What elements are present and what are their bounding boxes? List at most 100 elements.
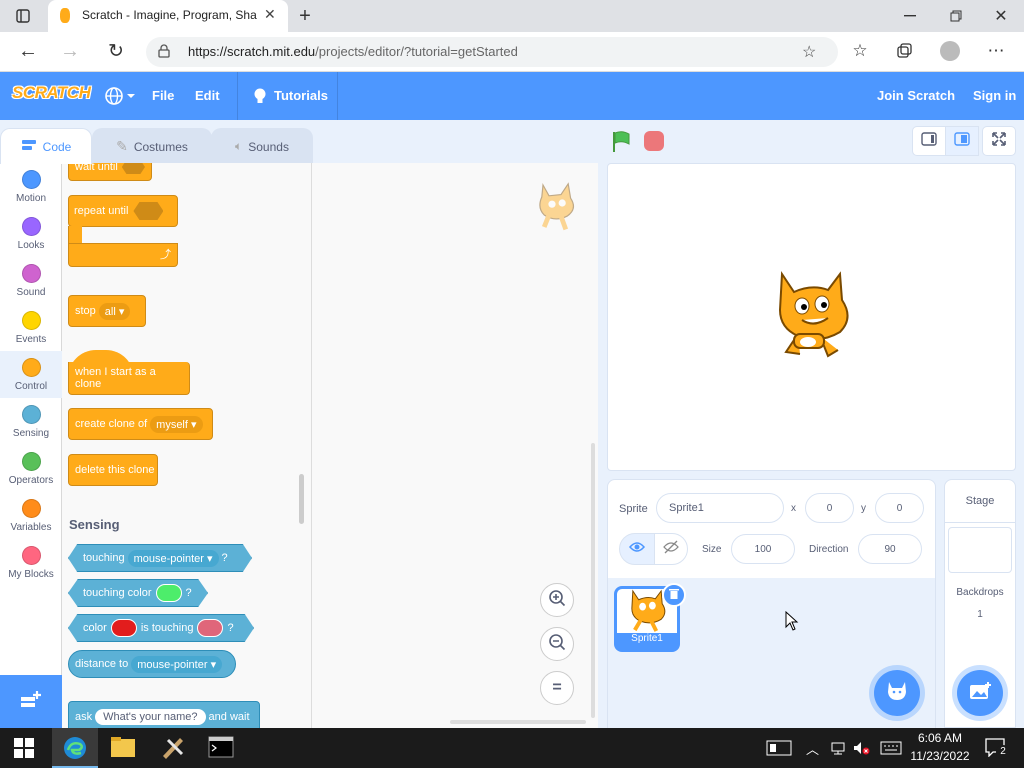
block-repeat-until[interactable]: repeat until ⤴ [68,195,178,269]
distance-dropdown[interactable]: mouse-pointer ▾ [131,655,223,673]
color-swatch-pink[interactable] [197,619,224,637]
category-label: Sensing [12,428,50,439]
window-close-icon[interactable]: ✕ [989,6,1013,26]
join-scratch-link[interactable]: Join Scratch [877,88,955,103]
tray-chevron-up-icon[interactable]: ︿ [806,739,819,758]
refresh-icon[interactable]: ↻ [104,40,128,62]
file-explorer-icon[interactable] [110,736,136,758]
windows-start-icon[interactable] [14,738,34,758]
forward-icon[interactable]: → [58,40,82,62]
block-touching[interactable]: touching mouse-pointer ▾? [68,544,252,572]
block-delete-clone[interactable]: delete this clone [68,454,158,486]
large-stage-button[interactable] [945,126,979,156]
size-input[interactable]: 100 [731,534,795,564]
tab-actions-icon[interactable] [12,6,34,26]
tutorials-menu[interactable]: Tutorials [274,88,328,103]
category-control[interactable]: Control [0,351,62,398]
choose-sprite-button[interactable] [874,670,920,716]
add-extension-button[interactable] [0,675,62,728]
category-label: My Blocks [8,569,54,580]
x-input[interactable]: 0 [805,493,854,523]
sign-in-link[interactable]: Sign in [973,88,1016,103]
category-motion[interactable]: Motion [0,163,62,210]
keyboard-layout-icon[interactable] [766,739,792,757]
variables-dot [21,499,41,518]
profile-avatar[interactable] [940,41,960,61]
workspace-vertical-scrollbar[interactable] [591,443,595,718]
edge-browser-icon [63,736,87,765]
clone-target-dropdown[interactable]: myself ▾ [150,415,203,433]
block-touching-color[interactable]: touching color? [68,579,208,607]
volume-muted-icon[interactable] [852,740,870,756]
favorites-icon[interactable]: ☆ [848,40,872,62]
palette-scrollbar[interactable] [299,474,304,524]
back-icon[interactable]: ← [16,40,40,62]
category-variables[interactable]: Variables [0,492,62,539]
block-wait-until[interactable]: wait until [68,163,152,181]
scratch-logo[interactable]: SCRATCH [12,83,91,107]
fullscreen-button[interactable] [982,126,1016,156]
ask-question-input[interactable]: What's your name? [95,709,206,725]
url-path: /projects/editor/?tutorial=getStarted [315,44,518,59]
file-menu[interactable]: File [152,88,174,103]
color-swatch-green[interactable] [155,584,182,602]
small-stage-button[interactable] [912,126,946,156]
block-distance-to[interactable]: distance to mouse-pointer ▾ [68,650,236,678]
tab-sounds[interactable]: 🔈︎ Sounds [211,128,313,164]
restore-icon[interactable] [944,6,968,26]
browser-tab[interactable]: Scratch - Imagine, Program, Sha ✕ [48,0,288,32]
show-sprite-button[interactable] [619,533,655,565]
block-stop[interactable]: stop all ▾ [68,295,146,327]
more-options-icon[interactable]: ⋯ [984,40,1008,62]
choose-backdrop-button[interactable] [957,670,1003,716]
clock-time[interactable]: 6:06 AM [910,731,970,745]
category-operators[interactable]: Operators [0,445,62,492]
workspace-horizontal-scrollbar[interactable] [450,720,586,724]
zoom-reset-button[interactable]: = [540,671,574,705]
block-color-touching[interactable]: color is touching? [68,614,254,642]
language-globe-icon[interactable] [104,86,138,106]
touching-dropdown[interactable]: mouse-pointer ▾ [127,549,219,567]
category-events[interactable]: Events [0,304,62,351]
sprite-cat-icon[interactable] [768,270,854,360]
category-my-blocks[interactable]: My Blocks [0,539,62,586]
minimize-icon[interactable] [898,6,922,26]
tab-close-icon[interactable]: ✕ [264,6,276,23]
delete-sprite-button[interactable] [662,583,686,607]
terminal-icon[interactable] [208,736,234,758]
y-input[interactable]: 0 [875,493,924,523]
tab-code[interactable]: Code [0,128,92,164]
stop-dropdown[interactable]: all ▾ [98,302,131,320]
new-tab-icon[interactable]: + [294,5,316,27]
sprite-name-input[interactable]: Sprite1 [656,493,784,523]
app-shortcut-icon[interactable] [160,734,186,760]
direction-input[interactable]: 90 [858,534,922,564]
stop-sign-icon[interactable] [644,131,664,151]
category-label: Events [15,334,47,345]
block-ask-and-wait[interactable]: ask What's your name? and wait [68,701,260,728]
category-sensing[interactable]: Sensing [0,398,62,445]
taskbar-edge-button[interactable] [52,728,98,768]
block-label: delete this clone [75,464,155,476]
clock-date[interactable]: 11/23/2022 [906,749,974,763]
hide-sprite-button[interactable] [654,533,688,565]
category-looks[interactable]: Looks [0,210,62,257]
green-flag-icon[interactable] [610,130,634,154]
color-swatch-red[interactable] [110,619,137,637]
collections-icon[interactable] [892,40,916,62]
block-when-start-as-clone[interactable]: when I start as a clone [68,350,190,395]
stage-backdrop-thumbnail[interactable] [948,527,1012,573]
zoom-out-button[interactable] [540,627,574,661]
edit-menu[interactable]: Edit [195,88,220,103]
code-workspace[interactable]: = [312,163,598,728]
block-create-clone[interactable]: create clone of myself ▾ [68,408,213,440]
network-icon[interactable] [830,740,846,756]
zoom-in-button[interactable] [540,583,574,617]
add-favorite-icon[interactable]: ☆ [802,42,816,62]
tab-costumes[interactable]: ✎ Costumes [92,128,212,164]
touch-keyboard-icon[interactable] [880,741,902,755]
category-sound[interactable]: Sound [0,257,62,304]
address-bar[interactable]: https://scratch.mit.edu/projects/editor/… [146,37,838,67]
url-text: https://scratch.mit.edu/projects/editor/… [188,44,518,59]
stage-canvas[interactable] [607,163,1016,471]
